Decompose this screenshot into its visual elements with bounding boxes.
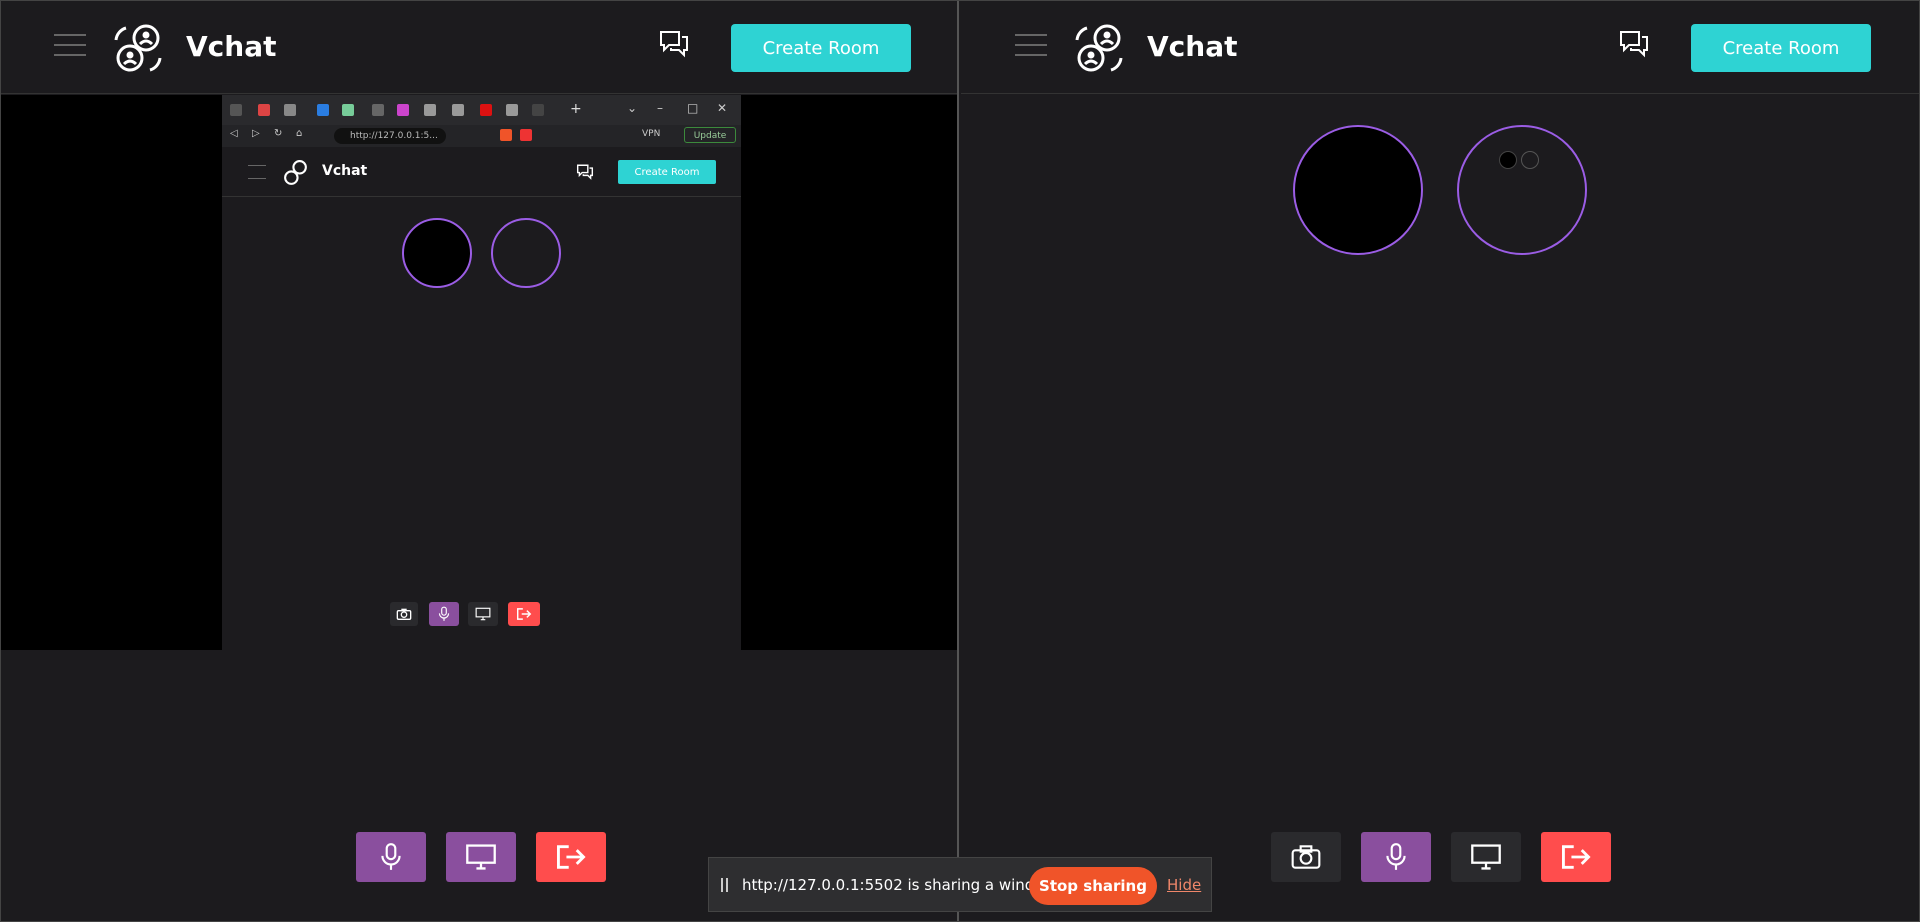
screen-share-button [468, 602, 498, 626]
home-icon[interactable]: ⌂ [296, 128, 302, 139]
reload-icon[interactable]: ↻ [274, 128, 282, 139]
screen-share-notification-bar: http://127.0.0.1:5502 is sharing a windo… [708, 857, 1212, 912]
update-button[interactable]: Update [684, 127, 736, 143]
brand-name: Vchat [322, 163, 368, 179]
mic-icon [1386, 843, 1406, 870]
chat-icon[interactable] [1618, 28, 1650, 60]
hamburger-menu-icon[interactable] [1015, 34, 1047, 56]
right-window: Vchat Create Room [961, 0, 1920, 922]
forward-icon[interactable]: ▷ [252, 128, 260, 139]
hamburger-menu-icon [248, 165, 266, 179]
leave-button[interactable] [1541, 832, 1611, 882]
leave-button[interactable] [536, 832, 606, 882]
new-tab-icon[interactable]: + [570, 101, 582, 117]
header: Vchat Create Room [0, 0, 957, 94]
minimize-icon[interactable]: – [657, 101, 663, 115]
chat-icon[interactable] [658, 28, 690, 60]
inner-address-bar: ◁ ▷ ↻ ⌂ http://127.0.0.1:5... VPN Update [222, 125, 741, 147]
create-room-button[interactable]: Create Room [731, 24, 911, 72]
exit-icon [517, 608, 532, 620]
hide-link[interactable]: Hide [1167, 876, 1201, 894]
monitor-icon [466, 844, 496, 870]
exit-icon [1562, 845, 1591, 869]
screen-share-button[interactable] [446, 832, 516, 882]
video-tile [1457, 125, 1587, 255]
video-tile [402, 218, 472, 288]
mic-button[interactable] [1361, 832, 1431, 882]
inner-header: Vchat Create Room [222, 147, 741, 197]
leave-button [508, 602, 540, 626]
back-icon[interactable]: ◁ [230, 128, 238, 139]
video-tile [491, 218, 561, 288]
close-icon[interactable]: ✕ [717, 101, 727, 115]
monitor-icon [1471, 844, 1501, 870]
sharing-message: http://127.0.0.1:5502 is sharing a windo… [742, 876, 1060, 894]
url-field[interactable]: http://127.0.0.1:5... [334, 128, 446, 144]
mic-button[interactable] [356, 832, 426, 882]
hamburger-menu-icon[interactable] [54, 34, 86, 56]
maximize-icon[interactable]: □ [687, 101, 698, 115]
header: Vchat Create Room [961, 0, 1920, 94]
create-room-button: Create Room [618, 160, 716, 184]
logo-icon [284, 160, 307, 185]
brand-name: Vchat [186, 30, 277, 63]
mic-icon [381, 843, 401, 870]
camera-icon [396, 608, 412, 620]
camera-icon [1291, 845, 1321, 869]
create-room-button[interactable]: Create Room [1691, 24, 1871, 72]
chevron-down-icon[interactable]: ⌄ [627, 101, 637, 115]
camera-button[interactable] [1271, 832, 1341, 882]
inner-tab-bar: + ⌄ – □ ✕ [222, 95, 741, 125]
screen-share-button[interactable] [1451, 832, 1521, 882]
rewards-icon[interactable] [520, 129, 532, 141]
stop-sharing-button[interactable]: Stop sharing [1029, 867, 1157, 905]
logo-icon [114, 24, 162, 72]
mic-icon [438, 606, 450, 621]
camera-button [390, 602, 418, 626]
logo-icon [1075, 24, 1123, 72]
brave-shield-icon[interactable] [500, 129, 512, 141]
left-window: Vchat Create Room + ⌄ – □ ✕ ◁ ▷ ↻ ⌂ http… [0, 0, 959, 922]
drag-handle-icon[interactable] [721, 878, 729, 892]
mic-button [429, 602, 459, 626]
chat-icon [576, 164, 594, 180]
shared-window-preview: + ⌄ – □ ✕ ◁ ▷ ↻ ⌂ http://127.0.0.1:5... … [222, 95, 741, 650]
video-tile [1293, 125, 1423, 255]
shared-screen-video: + ⌄ – □ ✕ ◁ ▷ ↻ ⌂ http://127.0.0.1:5... … [0, 95, 957, 650]
vpn-button[interactable]: VPN [642, 129, 660, 139]
exit-icon [557, 845, 586, 869]
brand-name: Vchat [1147, 30, 1238, 63]
monitor-icon [475, 607, 491, 621]
